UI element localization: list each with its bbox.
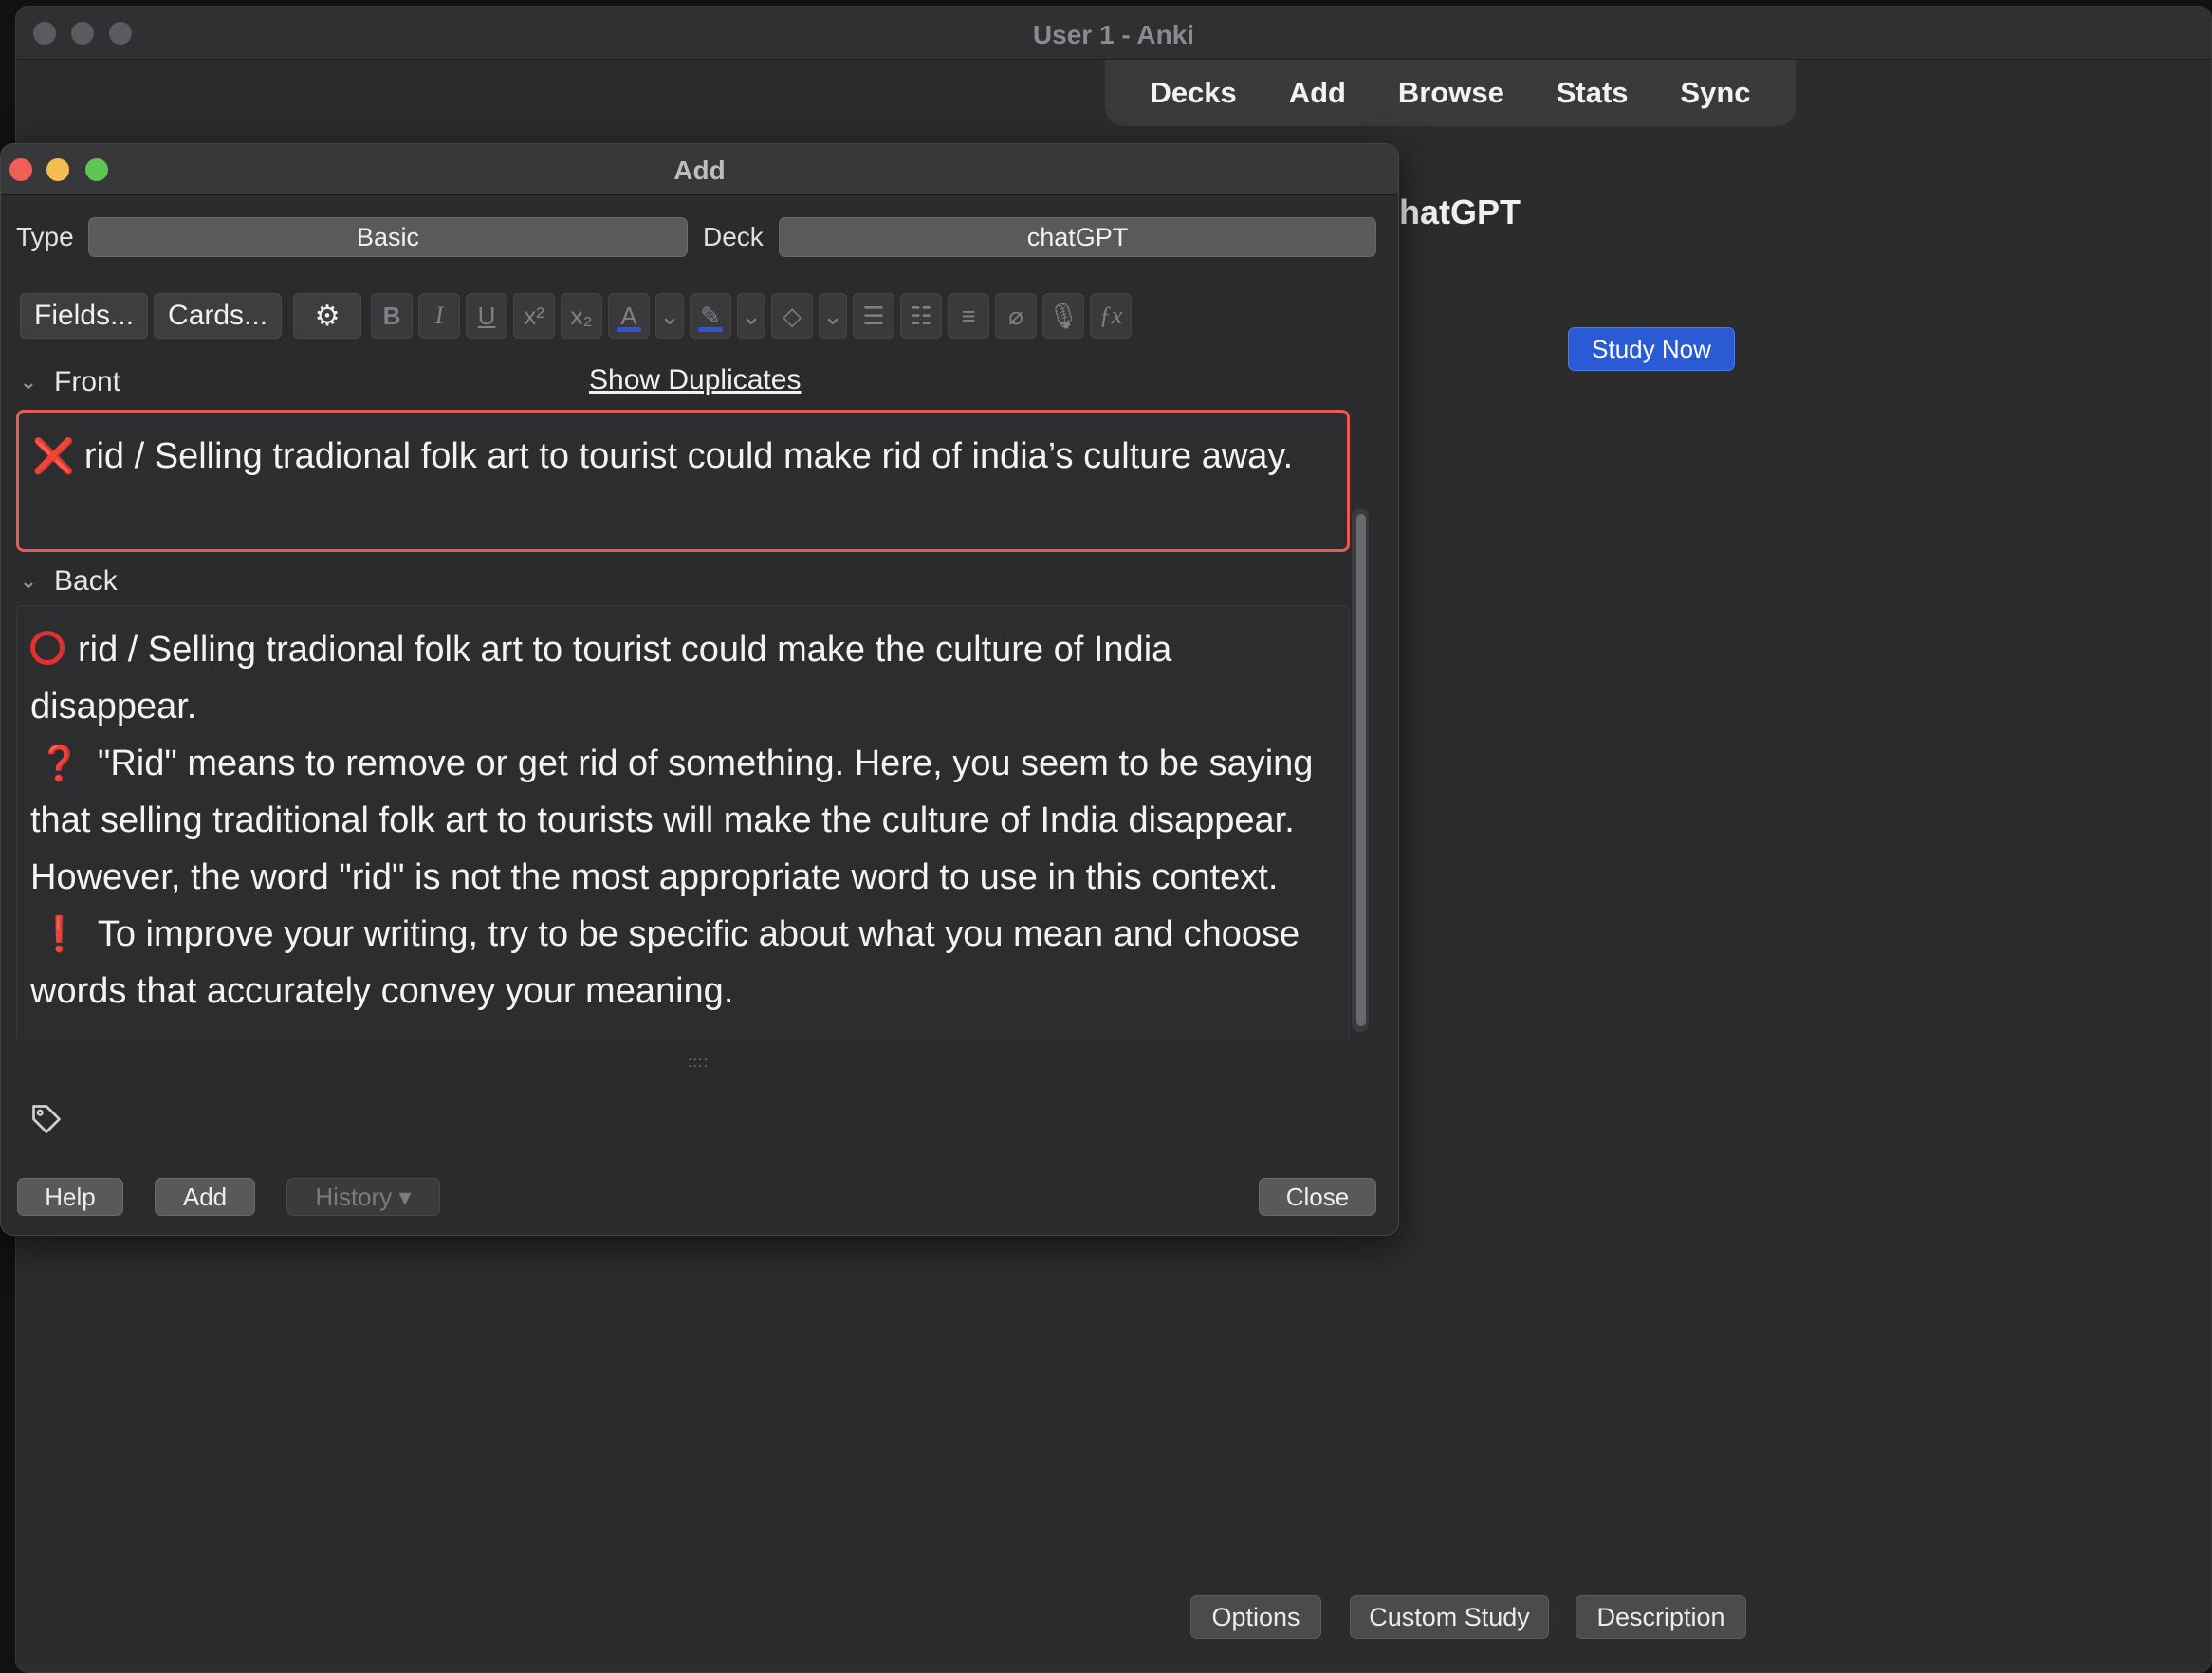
fields-button[interactable]: Fields...	[20, 293, 149, 339]
toolbar-sync[interactable]: Sync	[1668, 70, 1761, 116]
chevron-down-icon[interactable]: ⌄	[737, 293, 766, 339]
dialog-titlebar: Add	[1, 144, 1398, 195]
back-line-1: rid / Selling tradional folk art to tour…	[30, 630, 1172, 726]
close-button[interactable]: Close	[1259, 1178, 1376, 1216]
highlight-icon[interactable]: ✎	[690, 293, 732, 339]
numbered-list-icon[interactable]: ☷	[900, 293, 943, 339]
formula-icon[interactable]: ƒx	[1090, 293, 1133, 339]
deck-label: Deck	[703, 222, 764, 251]
back-field-editor[interactable]: rid / Selling tradional folk art to tour…	[16, 605, 1350, 1041]
tag-icon[interactable]	[29, 1102, 64, 1136]
eraser-icon[interactable]: ◇	[771, 293, 814, 339]
back-line-advice: ❗ To improve your writing, try to be spec…	[30, 906, 1336, 1020]
back-line-3: To improve your writing, try to be speci…	[30, 914, 1300, 1011]
toolbar-decks[interactable]: Decks	[1138, 70, 1247, 116]
cards-button[interactable]: Cards...	[154, 293, 283, 339]
front-field-header[interactable]: ⌄ Front	[16, 366, 120, 398]
toolbar-add[interactable]: Add	[1278, 70, 1357, 116]
main-toolbar: Decks Add Browse Stats Sync	[1105, 60, 1796, 126]
back-line-correct: rid / Selling tradional folk art to tour…	[30, 621, 1336, 735]
help-button[interactable]: Help	[17, 1178, 123, 1216]
editor-toolbar: Fields... Cards... ⚙ B I U x² x₂ A ⌄ ✎ ⌄…	[20, 292, 1133, 340]
toolbar-stats[interactable]: Stats	[1545, 70, 1640, 116]
front-text: rid / Selling tradional folk art to tour…	[83, 436, 1294, 476]
chevron-down-icon[interactable]: ⌄	[819, 293, 848, 339]
options-button[interactable]: Options	[1190, 1595, 1321, 1639]
back-line-explanation: ❓ "Rid" means to remove or get rid of som…	[30, 735, 1336, 906]
deck-title: hatGPT	[1399, 193, 1521, 231]
back-label: Back	[54, 565, 118, 597]
custom-study-button[interactable]: Custom Study	[1350, 1595, 1549, 1639]
description-button[interactable]: Description	[1576, 1595, 1746, 1639]
bold-icon[interactable]: B	[371, 293, 414, 339]
deck-selector[interactable]: chatGPT	[779, 217, 1376, 257]
splitter-handle[interactable]: ::::	[684, 1055, 712, 1072]
history-button[interactable]: History ▾	[286, 1178, 440, 1216]
circle-mark-icon	[30, 631, 65, 665]
chevron-down-icon[interactable]: ⌄	[16, 569, 41, 594]
back-line-2: "Rid" means to remove or get rid of some…	[30, 744, 1314, 897]
toolbar-browse[interactable]: Browse	[1387, 70, 1516, 116]
cross-mark-icon: ❌	[32, 436, 75, 475]
front-label: Front	[54, 366, 121, 397]
back-field-header[interactable]: ⌄ Back	[16, 565, 118, 598]
main-window-title: User 1 - Anki	[1032, 20, 1195, 49]
question-mark-icon: ❓	[38, 744, 81, 782]
note-type-selector[interactable]: Basic	[88, 217, 688, 257]
add-button[interactable]: Add	[155, 1178, 255, 1216]
italic-icon[interactable]: I	[418, 293, 461, 339]
bullet-list-icon[interactable]: ☰	[853, 293, 895, 339]
gear-icon[interactable]: ⚙	[293, 293, 362, 339]
fields-scrollbar-thumb[interactable]	[1356, 514, 1366, 1026]
study-now-button[interactable]: Study Now	[1568, 327, 1735, 371]
subscript-icon[interactable]: x₂	[561, 293, 603, 339]
paperclip-icon[interactable]: ⌀	[995, 293, 1038, 339]
type-label: Type	[16, 222, 74, 251]
align-icon[interactable]: ≡	[948, 293, 990, 339]
add-dialog: Add Type Basic Deck chatGPT Fields... Ca…	[0, 143, 1399, 1236]
text-color-icon[interactable]: A	[608, 293, 651, 339]
main-titlebar: User 1 - Anki	[16, 7, 2211, 60]
fields-area: ⌄ Front Show Duplicates ❌ rid / Selling t…	[16, 355, 1380, 1041]
chevron-down-icon[interactable]: ⌄	[16, 370, 41, 395]
exclamation-mark-icon: ❗	[38, 914, 81, 953]
show-duplicates-link[interactable]: Show Duplicates	[589, 364, 801, 396]
chevron-down-icon[interactable]: ⌄	[655, 293, 685, 339]
microphone-icon[interactable]: 🎙	[1042, 293, 1085, 339]
dialog-title: Add	[673, 156, 726, 185]
superscript-icon[interactable]: x²	[513, 293, 556, 339]
underline-icon[interactable]: U	[466, 293, 508, 339]
front-field-editor[interactable]: ❌ rid / Selling tradional folk art to tou…	[16, 410, 1350, 552]
